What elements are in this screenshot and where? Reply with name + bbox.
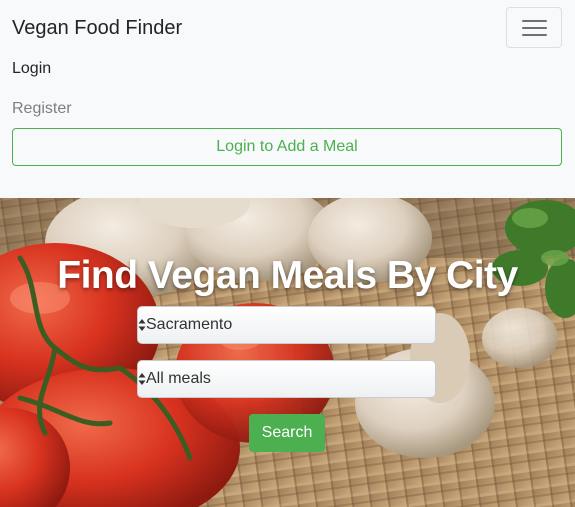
brand-title[interactable]: Vegan Food Finder	[12, 16, 182, 40]
meal-select-value: All meals	[146, 370, 211, 387]
nav-link-register[interactable]: Register	[12, 99, 72, 119]
navbar: Vegan Food Finder Login Register Login t…	[0, 0, 575, 198]
hero-section: Find Vegan Meals By City Sacramento All …	[0, 198, 575, 507]
search-button[interactable]: Search	[249, 414, 325, 452]
nav-link-login[interactable]: Login	[12, 59, 51, 79]
menu-toggle-button[interactable]	[506, 7, 562, 48]
city-select[interactable]: Sacramento	[137, 306, 436, 344]
hero-title: Find Vegan Meals By City	[57, 254, 518, 297]
hamburger-icon	[522, 20, 547, 22]
city-select-value: Sacramento	[146, 316, 233, 333]
select-arrows-icon	[138, 319, 146, 331]
hero-background-image	[0, 198, 575, 507]
select-arrows-icon	[138, 373, 146, 385]
meal-type-select[interactable]: All meals	[137, 360, 436, 398]
login-to-add-meal-button[interactable]: Login to Add a Meal	[12, 128, 562, 166]
